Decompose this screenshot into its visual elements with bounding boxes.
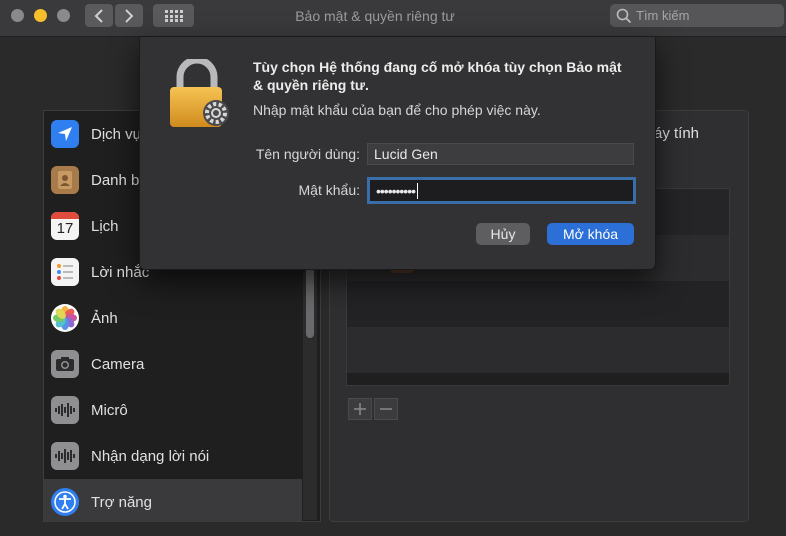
sidebar-item-label: Danh b xyxy=(91,171,140,189)
password-field[interactable]: •••••••••• xyxy=(367,177,636,204)
speech-recognition-icon xyxy=(51,442,79,470)
username-field[interactable]: Lucid Gen xyxy=(367,143,634,165)
username-value: Lucid Gen xyxy=(374,146,438,162)
sidebar-item-accessibility[interactable]: Trợ năng xyxy=(44,479,302,521)
chevron-left-icon xyxy=(94,8,103,23)
photos-icon xyxy=(51,304,79,332)
sidebar-item-label: Dịch vụ xyxy=(91,125,142,143)
table-row[interactable] xyxy=(347,327,729,373)
accessibility-icon xyxy=(51,488,79,516)
grid-icon xyxy=(164,9,183,22)
minus-icon xyxy=(380,408,392,410)
cancel-button[interactable]: Hủy xyxy=(476,223,530,245)
sidebar-scroll-thumb[interactable] xyxy=(306,268,314,338)
unlock-button[interactable]: Mở khóa xyxy=(547,223,634,245)
search-placeholder: Tìm kiếm xyxy=(636,8,690,23)
table-row[interactable] xyxy=(347,281,729,327)
title-bar: Bảo mật & quyền riêng tư Tìm kiếm xyxy=(0,0,786,37)
back-button[interactable] xyxy=(85,4,113,27)
microphone-icon xyxy=(51,396,79,424)
location-arrow-icon xyxy=(51,120,79,148)
camera-icon xyxy=(51,350,79,378)
window-title: Bảo mật & quyền riêng tư xyxy=(295,8,455,24)
sidebar-item-label: Micrô xyxy=(91,401,128,419)
sidebar-item-label: Trợ năng xyxy=(91,493,152,511)
add-button[interactable] xyxy=(348,398,372,420)
detail-panel-heading: áy tính xyxy=(654,125,700,142)
sidebar-item-label: Lịch xyxy=(91,217,119,235)
username-label: Tên người dùng: xyxy=(255,146,360,162)
sidebar-item-label: Ảnh xyxy=(91,309,118,327)
dialog-title: Tùy chọn Hệ thống đang cố mở khóa tùy ch… xyxy=(253,59,622,93)
sidebar-item-label: Nhận dạng lời nói xyxy=(91,447,210,465)
sidebar-item-speech-recognition[interactable]: Nhận dạng lời nói xyxy=(44,433,302,479)
reminders-icon xyxy=(51,258,79,286)
forward-button[interactable] xyxy=(115,4,143,27)
calendar-icon: 17 xyxy=(51,212,79,240)
password-label: Mật khẩu: xyxy=(298,182,360,198)
search-icon xyxy=(616,8,632,23)
lock-icon xyxy=(170,59,229,127)
sidebar-item-microphone[interactable]: Micrô xyxy=(44,387,302,433)
dialog-message: Nhập mật khẩu của bạn để cho phép việc n… xyxy=(253,102,541,118)
close-window-button[interactable] xyxy=(11,9,24,22)
plus-icon xyxy=(354,403,366,415)
sidebar-item-label: Camera xyxy=(91,355,145,373)
sidebar-item-photos[interactable]: Ảnh xyxy=(44,295,302,341)
text-cursor xyxy=(417,182,419,199)
show-all-button[interactable] xyxy=(153,4,194,27)
sidebar-item-camera[interactable]: Camera xyxy=(44,341,302,387)
search-field[interactable]: Tìm kiếm xyxy=(610,4,784,27)
password-value: •••••••••• xyxy=(376,182,416,199)
chevron-right-icon xyxy=(125,8,134,23)
contacts-book-icon xyxy=(51,166,79,194)
calendar-day: 17 xyxy=(56,220,74,237)
zoom-window-button[interactable] xyxy=(57,9,70,22)
minimize-window-button[interactable] xyxy=(34,9,47,22)
remove-button[interactable] xyxy=(374,398,398,420)
